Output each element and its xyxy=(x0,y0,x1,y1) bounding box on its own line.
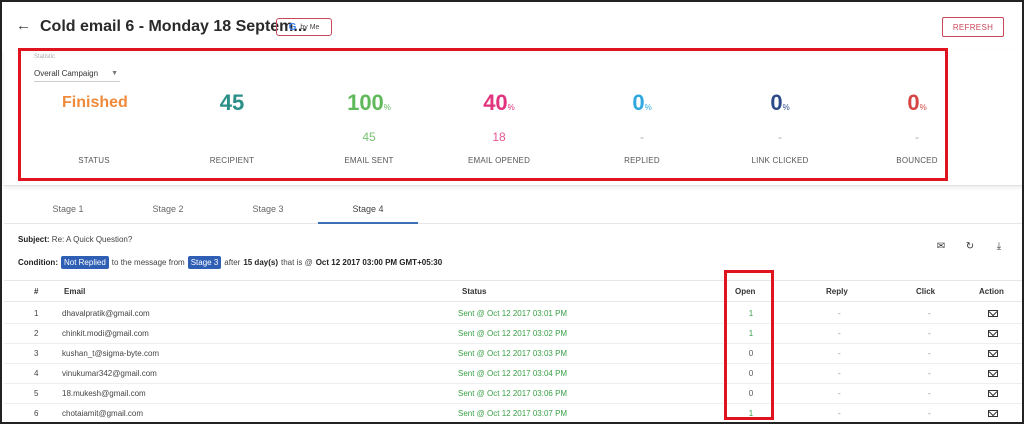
refresh-icon[interactable]: ↻ xyxy=(963,240,977,254)
row-email: kushan_t@sigma-byte.com xyxy=(62,349,160,358)
mail-icon[interactable] xyxy=(988,330,998,337)
table-row: 4 vinukumar342@gmail.com Sent @ Oct 12 201… xyxy=(4,364,1022,384)
header-bar: ← Cold email 6 - Monday 18 Septem... G b… xyxy=(4,4,1022,50)
tab-stage-3[interactable]: Stage 3 xyxy=(218,198,318,224)
not-replied-chip: Not Replied xyxy=(60,256,109,269)
row-number: 5 xyxy=(34,389,39,398)
row-status: Sent @ Oct 12 2017 03:02 PM xyxy=(458,329,568,338)
condition-text-3: that is @ xyxy=(281,258,313,267)
condition-text-2: after xyxy=(224,258,241,267)
row-email: chinkit.modi@gmail.com xyxy=(62,329,149,338)
row-action xyxy=(988,409,998,418)
col-header-action: Action xyxy=(979,287,1004,296)
google-badge-label: by Me xyxy=(300,23,320,31)
row-status: Sent @ Oct 12 2017 03:01 PM xyxy=(458,309,568,318)
row-action xyxy=(988,309,998,318)
row-number: 2 xyxy=(34,329,39,338)
row-click: - xyxy=(928,369,931,378)
row-click: - xyxy=(928,329,931,338)
row-email: chotaiamit@gmail.com xyxy=(62,409,144,418)
app-frame: ← Cold email 6 - Monday 18 Septem... G b… xyxy=(0,0,1024,424)
row-number: 6 xyxy=(34,409,39,418)
highlight-box-stats xyxy=(18,48,948,181)
email-icon[interactable]: ✉ xyxy=(934,240,948,254)
row-reply: - xyxy=(838,369,841,378)
condition-line: Condition: Not Replied to the message fr… xyxy=(18,256,442,269)
row-click: - xyxy=(928,309,931,318)
highlight-box-open-column xyxy=(724,270,774,420)
row-reply: - xyxy=(838,389,841,398)
row-action xyxy=(988,369,998,378)
mail-icon[interactable] xyxy=(988,410,998,417)
row-click: - xyxy=(928,349,931,358)
col-header-reply: Reply xyxy=(826,287,848,296)
page-title: Cold email 6 - Monday 18 Septem... xyxy=(40,18,307,35)
row-email: vinukumar342@gmail.com xyxy=(62,369,157,378)
row-reply: - xyxy=(838,309,841,318)
col-header-num: # xyxy=(34,287,39,296)
download-icon[interactable]: ⤓ xyxy=(992,240,1006,254)
subject-line: Subject: Re: A Quick Question? xyxy=(18,235,132,244)
col-header-status: Status xyxy=(462,287,487,296)
col-header-click: Click xyxy=(916,287,936,296)
mail-icon[interactable] xyxy=(988,390,998,397)
table-header: # Email Status Open Reply Click Action xyxy=(4,280,1022,302)
tab-stage-1[interactable]: Stage 1 xyxy=(18,198,118,224)
mail-icon[interactable] xyxy=(988,370,998,377)
google-account-badge[interactable]: G by Me xyxy=(276,18,332,36)
row-status: Sent @ Oct 12 2017 03:03 PM xyxy=(458,349,568,358)
condition-text-1: to the message from xyxy=(111,258,185,267)
row-reply: - xyxy=(838,349,841,358)
row-email: 18.mukesh@gmail.com xyxy=(62,389,146,398)
table-row: 3 kushan_t@sigma-byte.com Sent @ Oct 12 20… xyxy=(4,344,1022,364)
row-number: 4 xyxy=(34,369,39,378)
condition-label: Condition: xyxy=(18,258,58,267)
row-reply: - xyxy=(838,329,841,338)
stage-tabs: Stage 1 Stage 2 Stage 3 Stage 4 xyxy=(4,198,1022,224)
row-action xyxy=(988,349,998,358)
table-row: 1 dhavalpratik@gmail.com Sent @ Oct 12 201… xyxy=(4,304,1022,324)
row-click: - xyxy=(928,389,931,398)
stage-chip: Stage 3 xyxy=(187,256,222,269)
row-status: Sent @ Oct 12 2017 03:06 PM xyxy=(458,389,568,398)
condition-date: Oct 12 2017 03:00 PM GMT+05:30 xyxy=(315,258,443,267)
back-arrow-icon[interactable]: ← xyxy=(16,18,32,34)
condition-days: 15 day(s) xyxy=(243,258,278,267)
table-row: 5 18.mukesh@gmail.com Sent @ Oct 12 2017 0… xyxy=(4,384,1022,404)
row-number: 1 xyxy=(34,309,39,318)
tab-stage-4[interactable]: Stage 4 xyxy=(318,198,418,224)
row-status: Sent @ Oct 12 2017 03:07 PM xyxy=(458,409,568,418)
row-email: dhavalpratik@gmail.com xyxy=(62,309,150,318)
mail-icon[interactable] xyxy=(988,350,998,357)
mail-icon[interactable] xyxy=(988,310,998,317)
subject-label: Subject: xyxy=(18,235,50,244)
row-number: 3 xyxy=(34,349,39,358)
tab-stage-2[interactable]: Stage 2 xyxy=(118,198,218,224)
col-header-email: Email xyxy=(64,287,86,296)
row-status: Sent @ Oct 12 2017 03:04 PM xyxy=(458,369,568,378)
subject-value: Re: A Quick Question? xyxy=(51,235,133,244)
row-reply: - xyxy=(838,409,841,418)
refresh-button[interactable]: REFRESH xyxy=(942,17,1004,37)
table-row: 6 chotaiamit@gmail.com Sent @ Oct 12 2017 … xyxy=(4,404,1022,422)
google-icon: G xyxy=(288,21,297,33)
row-action xyxy=(988,329,998,338)
table-row: 2 chinkit.modi@gmail.com Sent @ Oct 12 201… xyxy=(4,324,1022,344)
row-click: - xyxy=(928,409,931,418)
row-action xyxy=(988,389,998,398)
